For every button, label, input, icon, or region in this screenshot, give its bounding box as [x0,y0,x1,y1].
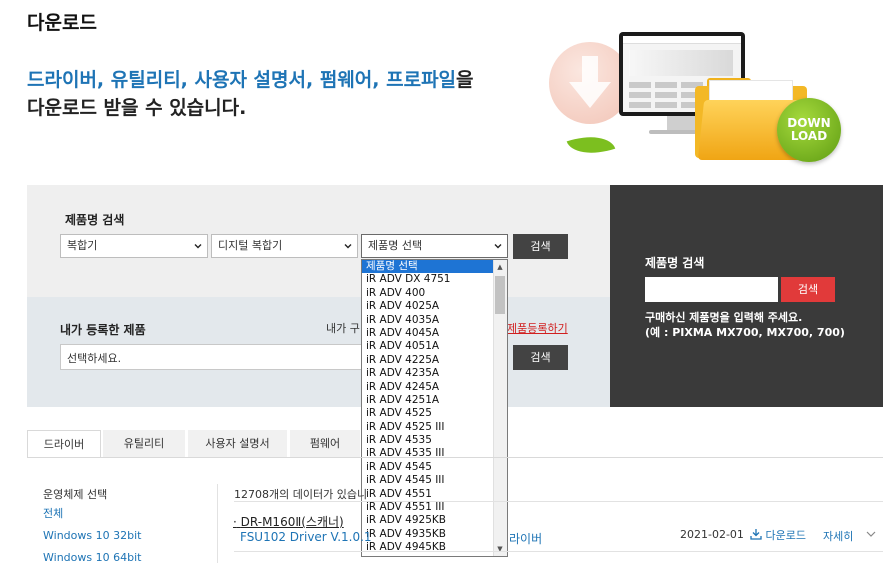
dropdown-option[interactable]: iR ADV 4051A [362,340,507,353]
category-select[interactable]: 복합기 [60,234,208,258]
registered-note: 내가 구 [326,322,360,335]
dropdown-option[interactable]: 제품명 선택 [362,260,507,274]
page-title: 다운로드 [27,12,97,34]
os-filter-title: 운영체제 선택 [43,488,108,501]
os-option-all[interactable]: 전체 [43,505,63,521]
dropdown-option[interactable]: iR ADV 4925KB [362,514,507,527]
dropdown-option[interactable]: iR ADV 4935KB [362,528,507,541]
dropdown-option[interactable]: iR ADV 400 [362,287,507,300]
dropdown-option[interactable]: iR ADV 4551 III [362,501,507,514]
dropdown-option[interactable]: iR ADV 4525 [362,407,507,420]
registered-product-select[interactable]: 선택하세요. [60,344,362,370]
subcategory-select[interactable]: 디지털 복합기 [211,234,358,258]
dropdown-option[interactable]: iR ADV 4545 [362,461,507,474]
dropdown-option[interactable]: iR ADV 4225A [362,354,507,367]
dropdown-scrollbar[interactable]: ▲ ▼ [493,260,507,556]
chevron-down-icon[interactable] [866,531,876,538]
dropdown-option[interactable]: iR ADV 4035A [362,314,507,327]
column-divider [217,484,218,563]
leaf-icon [566,127,616,163]
chevron-down-icon [494,244,502,249]
product-name-input[interactable] [645,277,778,302]
registered-product-label: 내가 등록한 제품 [60,323,146,337]
dropdown-option[interactable]: iR ADV 4025A [362,300,507,313]
dropdown-option[interactable]: iR ADV 4535 [362,434,507,447]
product-select[interactable]: 제품명 선택 [361,234,508,258]
product-dropdown-list[interactable]: 제품명 선택 iR ADV DX 4751 iR ADV 400 iR ADV 402… [361,259,508,557]
result-product-name[interactable]: · DR-M160Ⅱ(스캐너) [233,513,344,530]
tab-firmware[interactable]: 펌웨어 [290,430,360,458]
scroll-up-icon[interactable]: ▲ [496,263,504,271]
dropdown-option[interactable]: iR ADV 4551 [362,488,507,501]
dropdown-option[interactable]: iR ADV 4545 III [362,474,507,487]
tab-manual[interactable]: 사용자 설명서 [188,430,287,458]
hero-highlight: 드라이버, 유틸리티, 사용자 설명서, 펌웨어, 프로파일 [27,69,457,91]
name-search-help: 구매하신 제품명을 입력해 주세요. (예 : PIXMA MX700, MX7… [645,311,845,339]
os-option-win10-64[interactable]: Windows 10 64bit [43,551,141,563]
tab-utility[interactable]: 유틸리티 [103,430,185,458]
result-count: 12708개의 데이터가 있습니 [234,488,368,501]
result-detail-link[interactable]: 자세히 [823,528,853,544]
dropdown-option[interactable]: iR ADV 4235A [362,367,507,380]
dropdown-option[interactable]: iR ADV DX 4751 [362,273,507,286]
dropdown-option[interactable]: iR ADV 4045A [362,327,507,340]
result-description-tail[interactable]: 라이버 [509,530,542,547]
dropdown-option[interactable]: iR ADV 4945KB [362,541,507,554]
register-product-link[interactable]: 제품등록하기 [507,320,568,336]
result-download-link[interactable]: 다운로드 [750,527,806,543]
hero-line2: 다운로드 받을 수 있습니다. [27,97,247,119]
dropdown-option[interactable]: iR ADV 4525 III [362,421,507,434]
tab-divider [27,457,883,458]
result-date: 2021-02-01 [680,528,744,541]
download-badge: DOWN LOAD [777,98,841,162]
hero-suffix: 을 [456,69,474,91]
dropdown-option[interactable]: iR ADV 4245A [362,381,507,394]
chevron-down-icon [344,244,352,249]
dropdown-option[interactable]: iR ADV 4251A [362,394,507,407]
product-search-label: 제품명 검색 [65,213,125,227]
dropdown-option[interactable]: iR ADV 4535 III [362,447,507,460]
scroll-thumb[interactable] [495,276,505,314]
name-search-button[interactable]: 검색 [781,277,835,302]
download-illustration: DOWN LOAD [545,30,855,170]
os-option-win10-32[interactable]: Windows 10 32bit [43,529,141,542]
result-description[interactable]: FSU102 Driver V.1.0.1 [240,530,372,544]
row-divider [234,551,883,552]
chevron-down-icon [194,244,202,249]
download-icon [750,529,762,540]
tab-driver[interactable]: 드라이버 [27,430,101,458]
row-divider [234,501,883,502]
product-search-button[interactable]: 검색 [513,234,568,259]
name-search-title: 제품명 검색 [645,256,705,270]
registered-search-button[interactable]: 검색 [513,345,568,370]
hero-text: 드라이버, 유틸리티, 사용자 설명서, 펌웨어, 프로파일을 다운로드 받을 … [27,66,474,122]
